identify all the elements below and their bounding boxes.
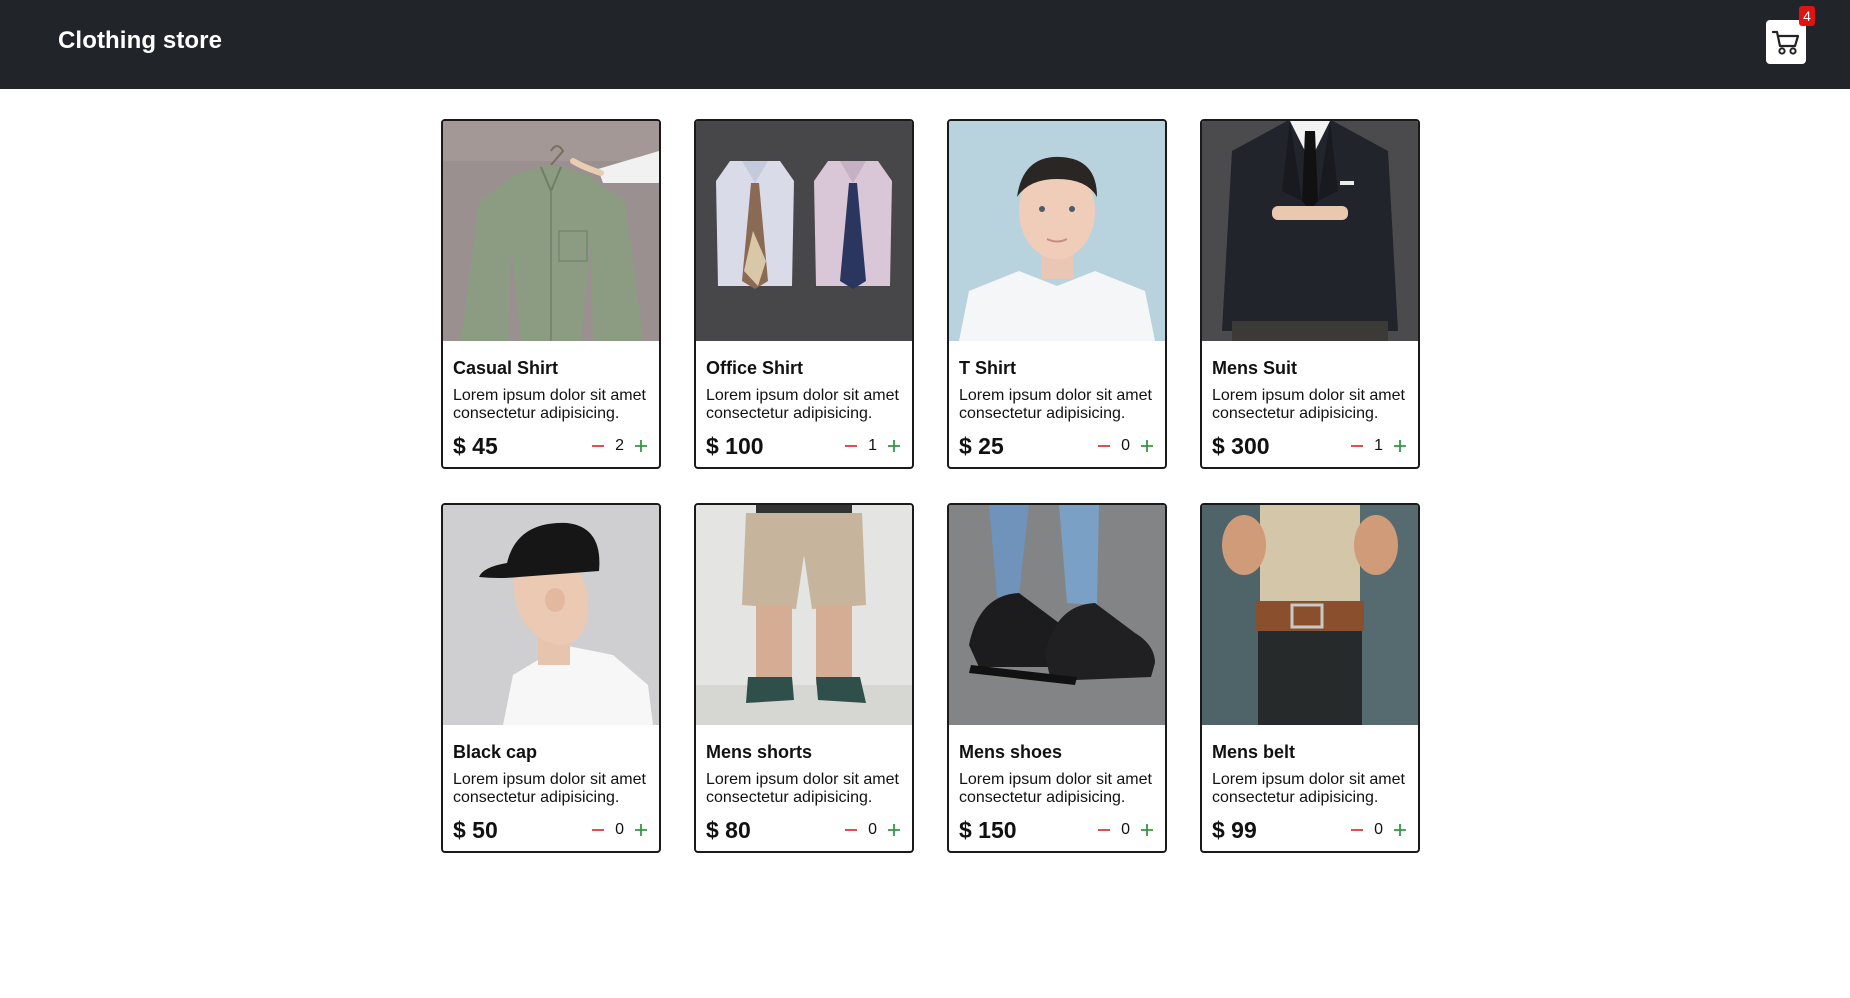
- decrease-quantity-button[interactable]: [1096, 820, 1112, 840]
- product-card: Mens shorts Lorem ipsum dolor sit amet c…: [694, 503, 914, 853]
- product-price: $ 100: [706, 433, 764, 459]
- product-name: T Shirt: [959, 358, 1016, 378]
- increase-quantity-button[interactable]: [1139, 820, 1155, 840]
- product-price: $ 150: [959, 817, 1017, 843]
- product-image-mens-belt: [1202, 505, 1418, 725]
- product-name: Mens shoes: [959, 742, 1063, 762]
- minus-icon: [845, 829, 858, 831]
- plus-icon: [1141, 824, 1153, 836]
- product-description: Lorem ipsum dolor sit amet consectetur a…: [453, 387, 646, 422]
- product-image-mens-shoes: [949, 505, 1165, 725]
- quantity-value: 0: [868, 821, 877, 838]
- minus-icon: [592, 829, 605, 831]
- product-description: Lorem ipsum dolor sit amet consectetur a…: [706, 771, 899, 806]
- quantity-value: 2: [615, 437, 624, 454]
- product-description: Lorem ipsum dolor sit amet consectetur a…: [959, 387, 1152, 422]
- product-card: Mens shoes Lorem ipsum dolor sit amet co…: [947, 503, 1167, 853]
- quantity-stepper: 0: [843, 819, 902, 841]
- plus-icon: [635, 824, 647, 836]
- decrease-quantity-button[interactable]: [590, 436, 606, 456]
- quantity-value: 0: [1121, 821, 1130, 838]
- quantity-stepper: 0: [1349, 819, 1408, 841]
- quantity-value: 1: [868, 437, 877, 454]
- quantity-stepper: 2: [590, 435, 649, 457]
- quantity-value: 0: [1374, 821, 1383, 838]
- brand-title[interactable]: Clothing store: [58, 27, 222, 55]
- product-image-mens-shorts: [696, 505, 912, 725]
- product-card: Casual Shirt Lorem ipsum dolor sit amet …: [441, 119, 661, 469]
- product-description: Lorem ipsum dolor sit amet consectetur a…: [453, 771, 646, 806]
- product-image-black-cap: [443, 505, 659, 725]
- product-description: Lorem ipsum dolor sit amet consectetur a…: [1212, 771, 1405, 806]
- navbar: Clothing store 4: [0, 0, 1850, 89]
- decrease-quantity-button[interactable]: [843, 820, 859, 840]
- product-card: T Shirt Lorem ipsum dolor sit amet conse…: [947, 119, 1167, 469]
- increase-quantity-button[interactable]: [633, 820, 649, 840]
- product-name: Office Shirt: [706, 358, 804, 378]
- product-name: Black cap: [453, 742, 538, 762]
- cart-count-badge: 4: [1799, 6, 1815, 26]
- product-description: Lorem ipsum dolor sit amet consectetur a…: [1212, 387, 1405, 422]
- plus-icon: [1394, 440, 1406, 452]
- quantity-value: 0: [615, 821, 624, 838]
- quantity-stepper: 0: [590, 819, 649, 841]
- decrease-quantity-button[interactable]: [1349, 820, 1365, 840]
- product-name: Mens Suit: [1212, 358, 1298, 378]
- quantity-value: 0: [1121, 437, 1130, 454]
- minus-icon: [1098, 445, 1111, 447]
- plus-icon: [1394, 824, 1406, 836]
- increase-quantity-button[interactable]: [1139, 436, 1155, 456]
- product-price: $ 45: [453, 433, 498, 459]
- product-image-casual-shirt: [443, 121, 659, 341]
- increase-quantity-button[interactable]: [633, 436, 649, 456]
- product-price: $ 25: [959, 433, 1004, 459]
- quantity-value: 1: [1374, 437, 1383, 454]
- decrease-quantity-button[interactable]: [590, 820, 606, 840]
- increase-quantity-button[interactable]: [1392, 436, 1408, 456]
- decrease-quantity-button[interactable]: [843, 436, 859, 456]
- decrease-quantity-button[interactable]: [1349, 436, 1365, 456]
- product-name: Mens shorts: [706, 742, 813, 762]
- product-image-office-shirt: [696, 121, 912, 341]
- minus-icon: [845, 445, 858, 447]
- product-name: Mens belt: [1212, 742, 1296, 762]
- quantity-stepper: 0: [1096, 819, 1155, 841]
- product-card: Black cap Lorem ipsum dolor sit amet con…: [441, 503, 661, 853]
- quantity-stepper: 1: [1349, 435, 1408, 457]
- cart-icon: [1771, 30, 1800, 55]
- quantity-stepper: 0: [1096, 435, 1155, 457]
- product-image-t-shirt: [949, 121, 1165, 341]
- product-price: $ 80: [706, 817, 751, 843]
- product-card: Mens belt Lorem ipsum dolor sit amet con…: [1200, 503, 1420, 853]
- plus-icon: [1141, 440, 1153, 452]
- product-price: $ 300: [1212, 433, 1270, 459]
- product-card: Office Shirt Lorem ipsum dolor sit amet …: [694, 119, 914, 469]
- product-image-mens-suit: [1202, 121, 1418, 341]
- product-price: $ 99: [1212, 817, 1257, 843]
- increase-quantity-button[interactable]: [886, 820, 902, 840]
- plus-icon: [888, 440, 900, 452]
- decrease-quantity-button[interactable]: [1096, 436, 1112, 456]
- product-card: Mens Suit Lorem ipsum dolor sit amet con…: [1200, 119, 1420, 469]
- minus-icon: [1351, 829, 1364, 831]
- increase-quantity-button[interactable]: [1392, 820, 1408, 840]
- plus-icon: [635, 440, 647, 452]
- minus-icon: [592, 445, 605, 447]
- cart-button[interactable]: [1766, 20, 1806, 64]
- increase-quantity-button[interactable]: [886, 436, 902, 456]
- product-description: Lorem ipsum dolor sit amet consectetur a…: [959, 771, 1152, 806]
- minus-icon: [1351, 445, 1364, 447]
- product-price: $ 50: [453, 817, 498, 843]
- minus-icon: [1098, 829, 1111, 831]
- plus-icon: [888, 824, 900, 836]
- product-description: Lorem ipsum dolor sit amet consectetur a…: [706, 387, 899, 422]
- quantity-stepper: 1: [843, 435, 902, 457]
- product-name: Casual Shirt: [453, 358, 559, 378]
